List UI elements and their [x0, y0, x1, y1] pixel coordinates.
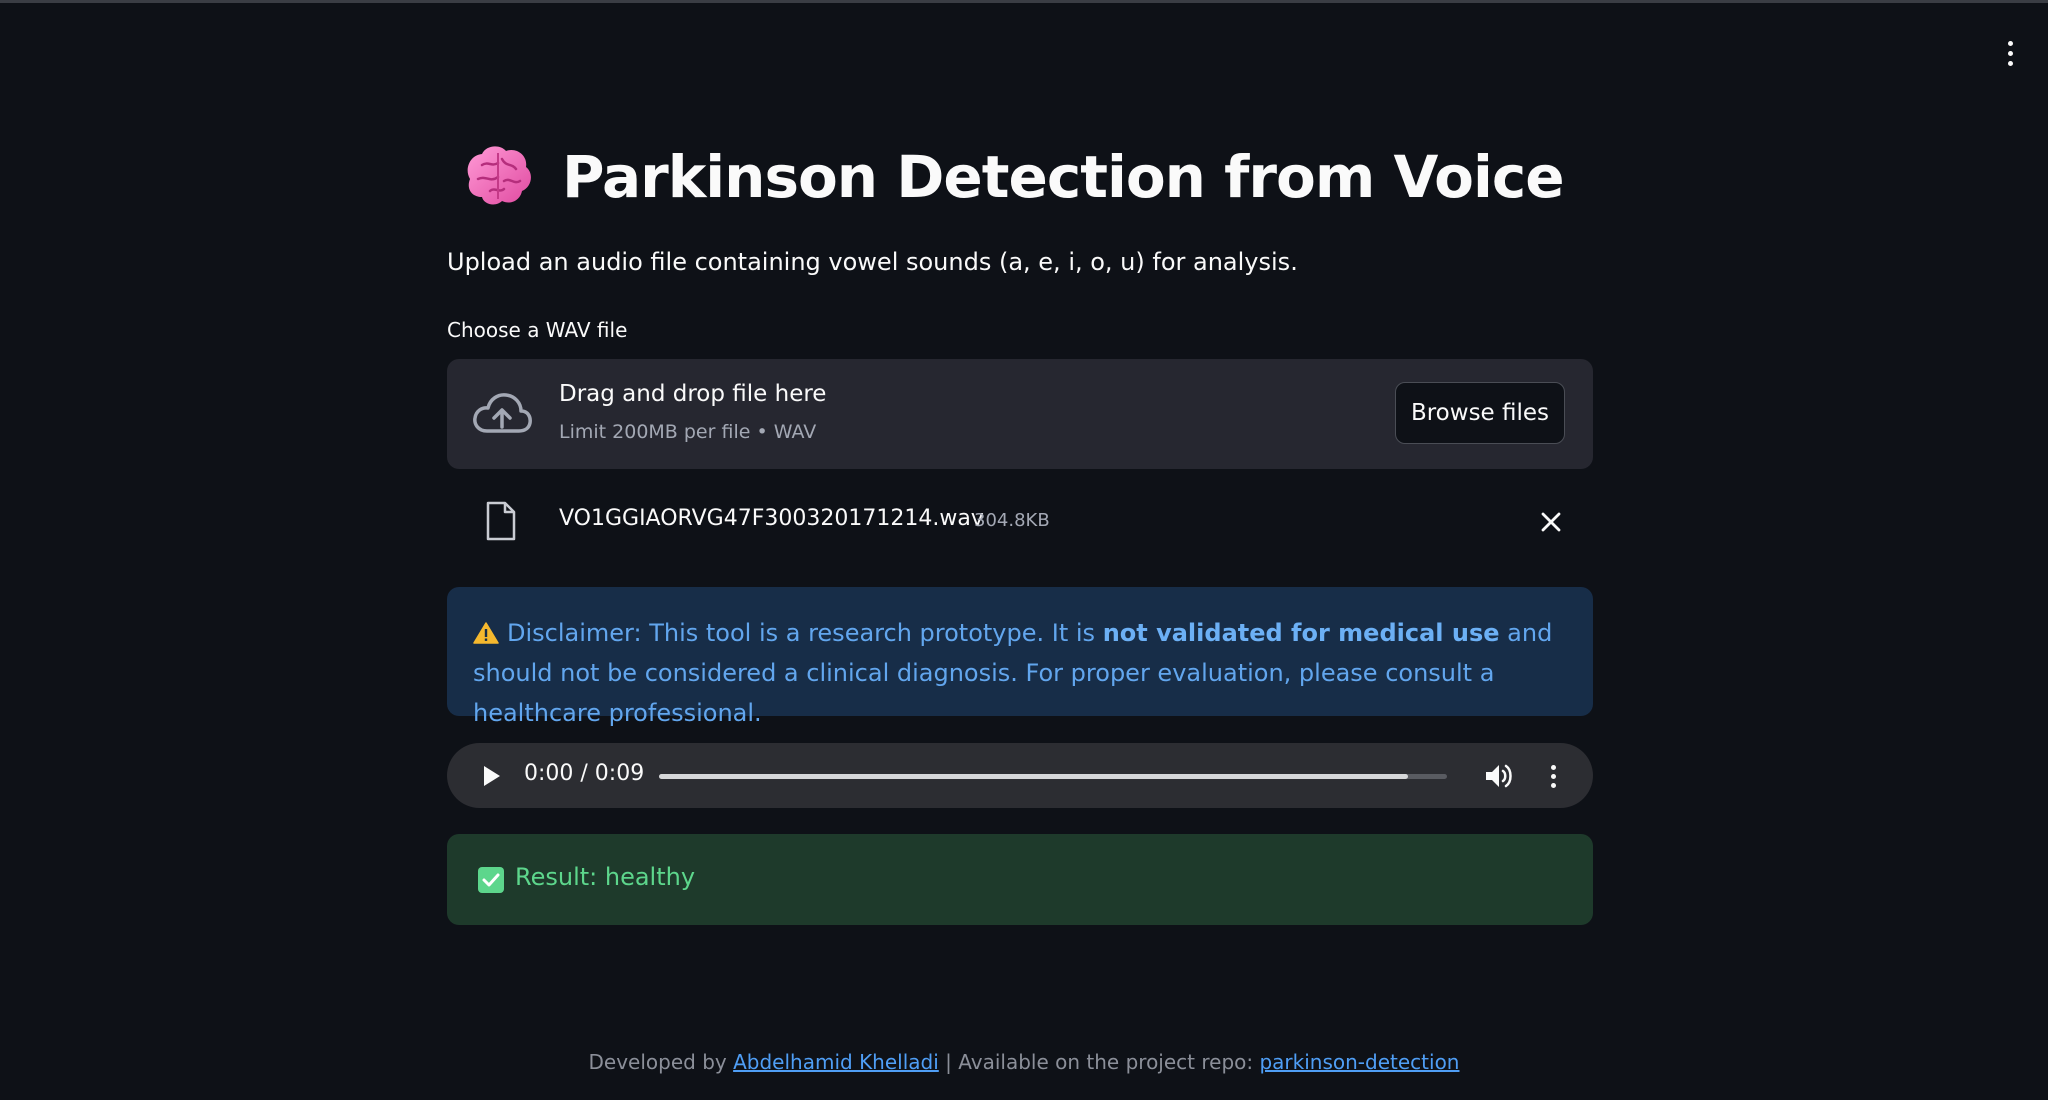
kebab-dot: [2007, 60, 2013, 66]
footer-middle: | Available on the project repo:: [938, 1050, 1260, 1074]
file-dropzone[interactable]: Drag and drop file here Limit 200MB per …: [447, 359, 1593, 469]
repo-link[interactable]: parkinson-detection: [1259, 1050, 1459, 1074]
audio-time: 0:00 / 0:09: [524, 761, 645, 786]
author-link[interactable]: Abdelhamid Khelladi: [733, 1050, 939, 1074]
disclaimer-alert: Disclaimer: This tool is a research prot…: [447, 587, 1593, 727]
brain-icon: [467, 146, 531, 205]
audio-player: 0:00 / 0:09: [447, 743, 1593, 808]
volume-icon[interactable]: [1483, 761, 1515, 791]
audio-options-button[interactable]: [1546, 761, 1560, 791]
browse-files-button[interactable]: Browse files: [1395, 382, 1565, 444]
title-text: Parkinson Detection from Voice: [562, 143, 1565, 211]
file-size: 304.8KB: [974, 510, 1050, 531]
footer: Developed by Abdelhamid Khelladi | Avail…: [0, 1050, 2048, 1074]
top-border: [0, 0, 2048, 3]
file-name: VO1GGIAORVG47F300320171214.wav: [559, 506, 984, 531]
uploaded-file-row: VO1GGIAORVG47F300320171214.wav 304.8KB: [447, 486, 1593, 556]
subtitle: Upload an audio file containing vowel so…: [447, 248, 1298, 276]
page-title: Parkinson Detection from Voice: [460, 132, 1565, 222]
dropzone-title: Drag and drop file here: [559, 381, 827, 407]
kebab-dot: [2007, 50, 2013, 56]
audio-progress-fill: [659, 774, 1408, 779]
cloud-upload-icon: [473, 393, 532, 433]
main-menu-button[interactable]: [1996, 36, 2024, 70]
result-alert: Result: healthy: [447, 834, 1593, 925]
check-box-icon: [478, 867, 504, 893]
result-text: Result: healthy: [515, 863, 696, 891]
warning-icon: [473, 622, 499, 644]
remove-file-close-icon[interactable]: [1537, 508, 1565, 536]
kebab-dot: [1550, 782, 1556, 788]
kebab-menu-icon: [1550, 764, 1556, 770]
audio-progress-bar[interactable]: [659, 774, 1447, 779]
disclaimer-emphasis: not validated for medical use: [1102, 619, 1500, 647]
uploader-label: Choose a WAV file: [447, 318, 628, 342]
disclaimer-prefix: Disclaimer: This tool is a research prot…: [507, 619, 1103, 647]
dropzone-limit: Limit 200MB per file • WAV: [559, 421, 817, 443]
kebab-dot: [1550, 773, 1556, 779]
play-icon[interactable]: [479, 763, 503, 789]
file-icon: [486, 501, 516, 541]
kebab-menu-icon: [2007, 40, 2013, 46]
footer-prefix: Developed by: [588, 1050, 734, 1074]
